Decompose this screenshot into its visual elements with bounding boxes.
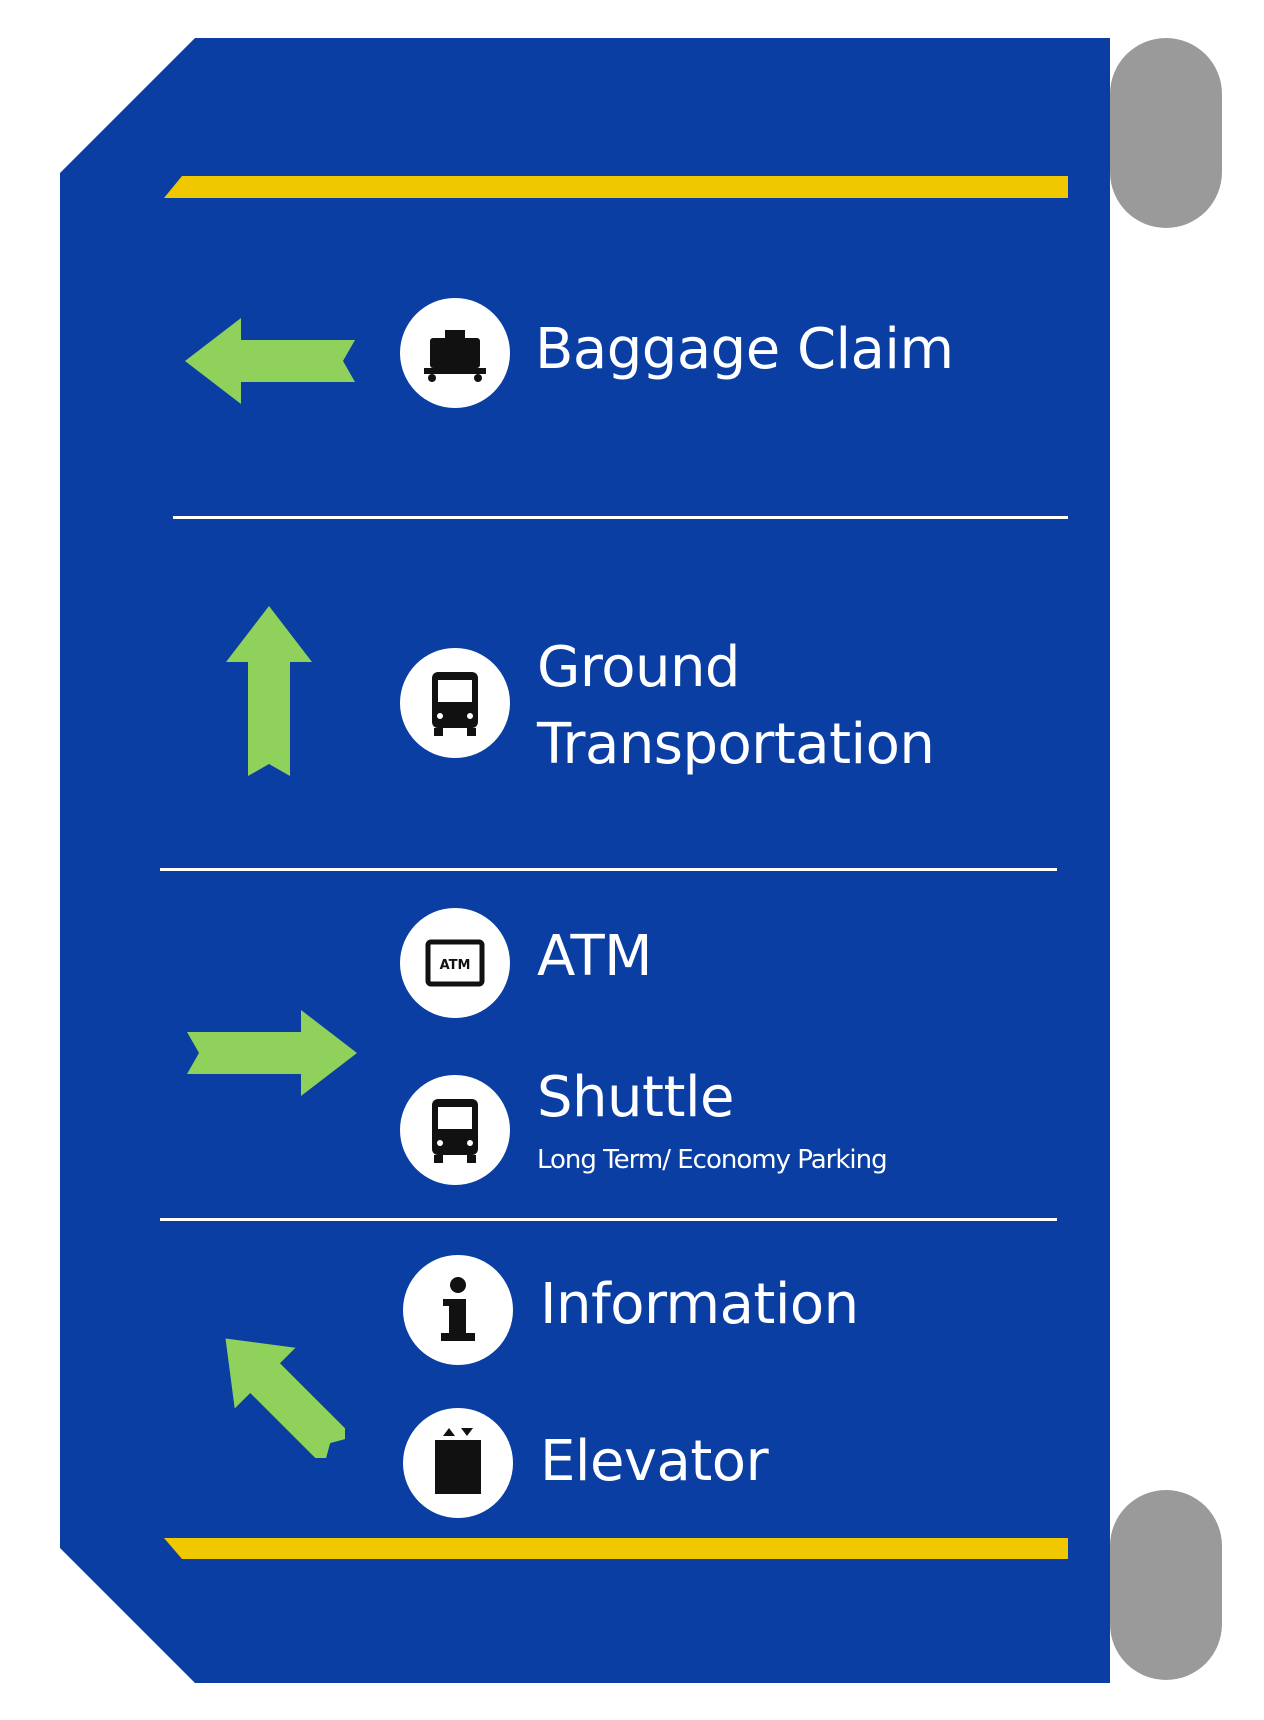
bottom-accent-bar: [164, 1538, 1068, 1559]
arrow-up-left-icon: [205, 1318, 345, 1458]
baggage-claim-icon: [400, 298, 510, 408]
wayfinding-sign: Baggage Claim Ground Transportation ATM …: [0, 0, 1264, 1720]
ground-transportation-label-line1: Ground: [537, 635, 740, 700]
arrow-left-icon: [185, 318, 355, 404]
atm-label: ATM: [537, 924, 652, 989]
shuttle-bus-icon: [400, 1075, 510, 1185]
elevator-icon: [403, 1408, 513, 1518]
divider-2: [160, 868, 1057, 871]
atm-icon-text: ATM: [440, 958, 471, 973]
divider-1: [173, 516, 1068, 519]
bus-icon: [400, 648, 510, 758]
elevator-label: Elevator: [540, 1429, 769, 1494]
shuttle-label: Shuttle: [537, 1065, 734, 1130]
top-accent-bar: [164, 176, 1068, 198]
arrow-right-icon: [187, 1010, 357, 1096]
atm-icon: ATM: [400, 908, 510, 1018]
ground-transportation-label-line2: Transportation: [537, 712, 935, 777]
baggage-claim-label: Baggage Claim: [535, 317, 954, 382]
shuttle-sublabel: Long Term/ Economy Parking: [537, 1145, 888, 1175]
divider-3: [160, 1218, 1057, 1221]
information-icon: [403, 1255, 513, 1365]
arrow-up-icon: [226, 606, 312, 776]
information-label: Information: [540, 1272, 859, 1337]
